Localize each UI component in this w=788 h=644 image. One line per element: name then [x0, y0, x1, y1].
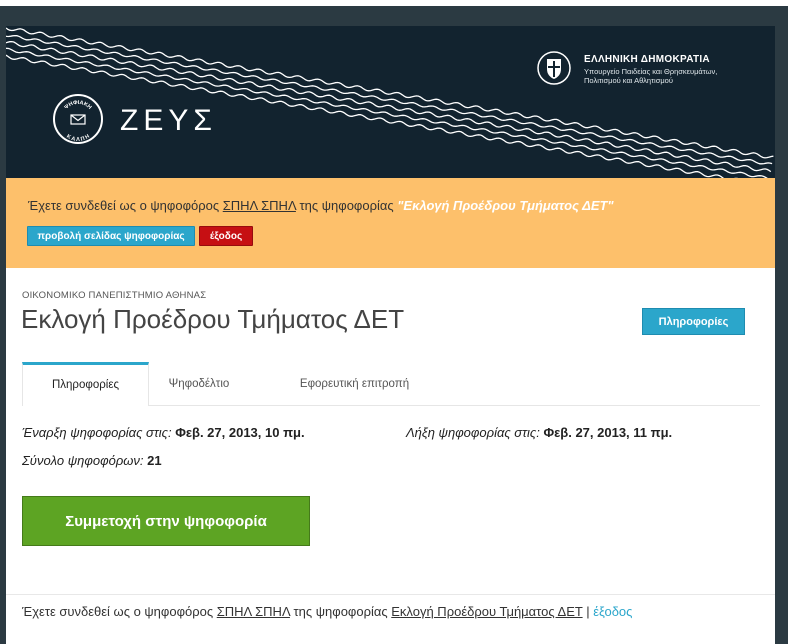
- ballot-logo-icon[interactable]: ΨΗΦΙΑΚΗ ΚΑΛΠΗ: [53, 94, 103, 144]
- footer-login-status: Έχετε συνδεθεί ως ο ψηφοφόρος ΣΠΗΛ ΣΠΗΛ …: [22, 604, 632, 619]
- notice-voter-name: ΣΠΗΛ ΣΠΗΛ: [222, 198, 296, 213]
- header-wave-pattern-icon: [6, 27, 774, 178]
- view-election-page-button[interactable]: προβολή σελίδας ψηφοφορίας: [27, 226, 195, 246]
- end-label: Λήξη ψηφοφορίας στις:: [406, 425, 540, 440]
- tab-ballot[interactable]: Ψηφοδέλτιο: [159, 362, 239, 404]
- greek-crest-icon: [537, 51, 571, 85]
- voters-count-row: Σύνολο ψηφοφόρων: 21: [22, 453, 162, 468]
- footer-middle: της ψηφοφορίας: [289, 604, 392, 619]
- voters-value: 21: [147, 453, 162, 468]
- start-label: Έναρξη ψηφοφορίας στις:: [22, 425, 172, 440]
- logo-ring-bottom-text: ΚΑΛΠΗ: [65, 134, 91, 142]
- notice-election-name: "Εκλογή Προέδρου Τμήματος ΔΕΤ": [397, 198, 614, 213]
- footer-separator: |: [582, 604, 594, 619]
- start-time-row: Έναρξη ψηφοφορίας στις: Φεβ. 27, 2013, 1…: [22, 425, 305, 440]
- app-logo-text[interactable]: ΖΕΥΣ: [120, 104, 217, 138]
- gov-subtitle-line2: Πολιτισμού και Αθλητισμού: [584, 76, 673, 85]
- site-header: ΨΗΦΙΑΚΗ ΚΑΛΠΗ ΖΕΥΣ ΕΛΛΗΝΙΚΗ ΔΗΜΟΚΡΑΤΙΑ Υ…: [6, 26, 775, 178]
- login-notice-text: Έχετε συνδεθεί ως ο ψηφοφόρος ΣΠΗΛ ΣΠΗΛ …: [28, 198, 614, 213]
- logout-button[interactable]: έξοδος: [199, 226, 253, 246]
- footer-election-link[interactable]: Εκλογή Προέδρου Τμήματος ΔΕΤ: [391, 604, 582, 619]
- tab-info[interactable]: Πληροφορίες: [22, 362, 149, 406]
- notice-prefix: Έχετε συνδεθεί ως ο ψηφοφόρος: [28, 198, 223, 213]
- logo-ring-top-text: ΨΗΦΙΑΚΗ: [64, 100, 93, 111]
- header-wave-line: [6, 27, 774, 159]
- participate-vote-button[interactable]: Συμμετοχή στην ψηφοφορία: [22, 496, 310, 546]
- page-frame: ΨΗΦΙΑΚΗ ΚΑΛΠΗ ΖΕΥΣ ΕΛΛΗΝΙΚΗ ΔΗΜΟΚΡΑΤΙΑ Υ…: [6, 26, 775, 644]
- gov-subtitle-line1: Υπουργείο Παιδείας και Θρησκευμάτων,: [584, 67, 718, 76]
- info-button[interactable]: Πληροφορίες: [642, 308, 745, 335]
- end-time-row: Λήξη ψηφοφορίας στις: Φεβ. 27, 2013, 11 …: [406, 425, 672, 440]
- election-tabs: Πληροφορίες Ψηφοδέλτιο Εφορευτική επιτρο…: [22, 362, 760, 406]
- login-notice-bar: Έχετε συνδεθεί ως ο ψηφοφόρος ΣΠΗΛ ΣΠΗΛ …: [6, 178, 775, 268]
- notice-middle: της ψηφοφορίας: [295, 198, 398, 213]
- election-title: Εκλογή Προέδρου Τμήματος ΔΕΤ: [21, 304, 405, 334]
- end-value: Φεβ. 27, 2013, 11 πμ.: [543, 425, 673, 440]
- footer-divider: [6, 594, 775, 595]
- window-top-strip: [0, 0, 788, 6]
- footer-voter-name: ΣΠΗΛ ΣΠΗΛ: [216, 604, 290, 619]
- svg-text:ΨΗΦΙΑΚΗ: ΨΗΦΙΑΚΗ: [64, 100, 93, 111]
- footer-logout-link[interactable]: έξοδος: [593, 604, 632, 619]
- footer-prefix: Έχετε συνδεθεί ως ο ψηφοφόρος: [22, 604, 217, 619]
- gov-title: ΕΛΛΗΝΙΚΗ ΔΗΜΟΚΡΑΤΙΑ: [584, 54, 710, 65]
- voters-label: Σύνολο ψηφοφόρων:: [22, 453, 144, 468]
- start-value: Φεβ. 27, 2013, 10 πμ.: [175, 425, 305, 440]
- svg-text:ΚΑΛΠΗ: ΚΑΛΠΗ: [65, 134, 91, 142]
- tab-committee[interactable]: Εφορευτική επιτροπή: [287, 362, 422, 404]
- institution-name: ΟΙΚΟΝΟΜΙΚΟ ΠΑΝΕΠΙΣΤΗΜΙΟ ΑΘΗΝΑΣ: [22, 290, 207, 301]
